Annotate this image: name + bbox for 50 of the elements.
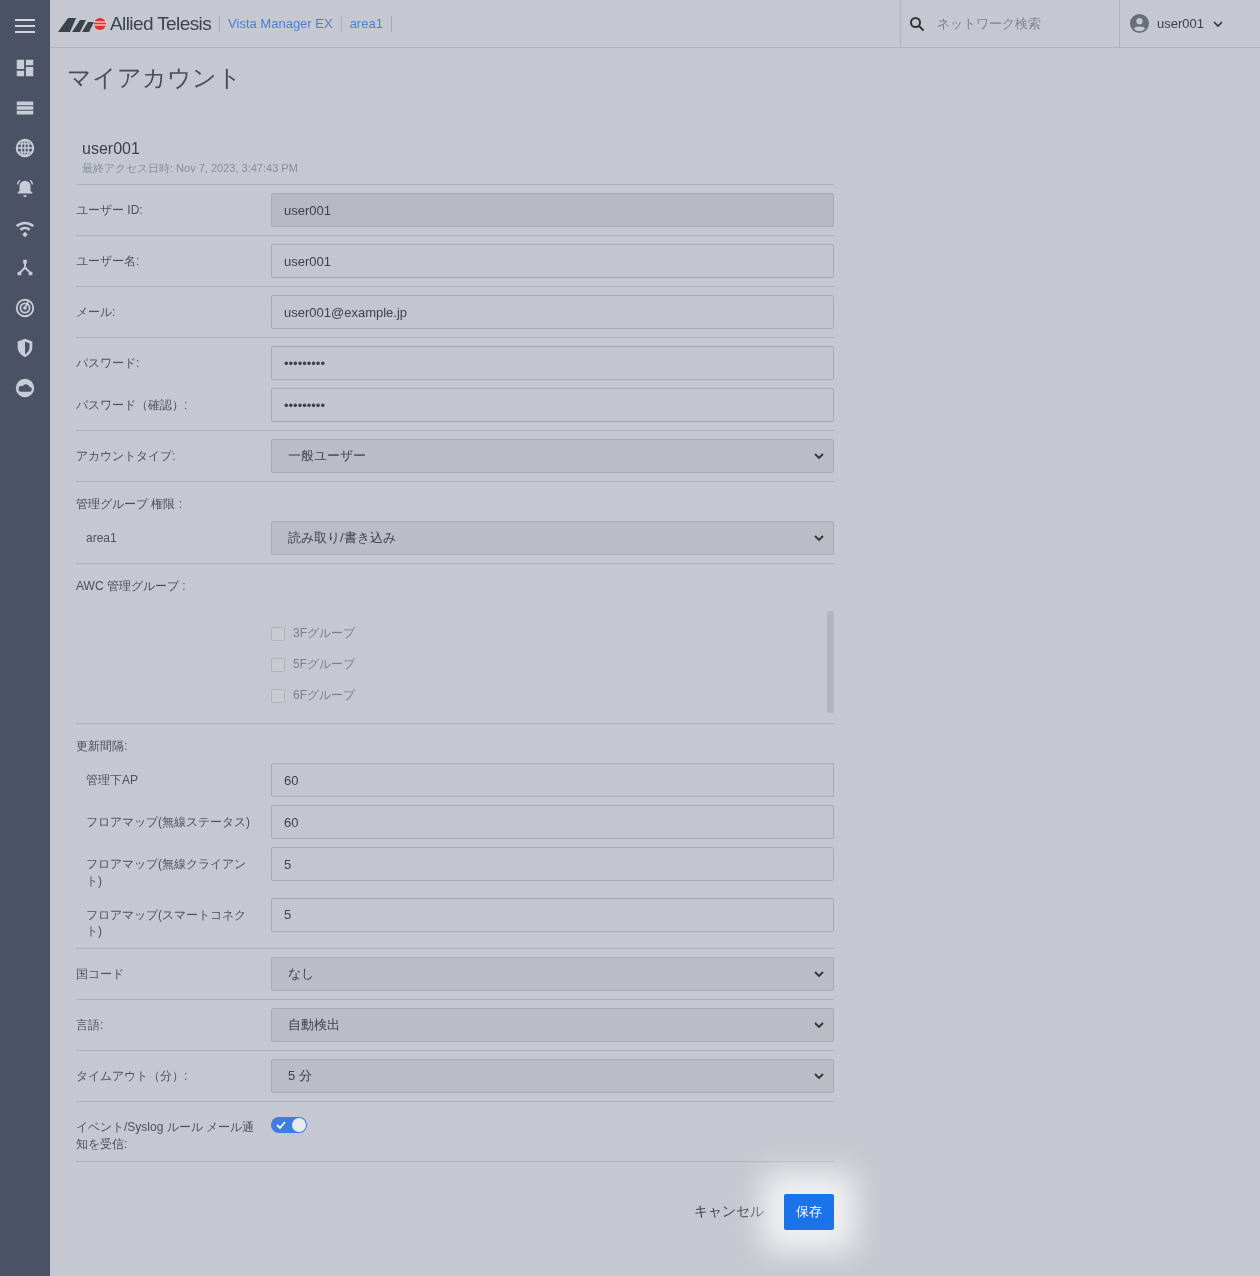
field-label: 言語: [76,1017,105,1034]
section-heading: AWC 管理グループ : [76,578,187,595]
logo-icon [58,15,108,32]
field-label: area1 [85,530,118,547]
select-field[interactable]: 自動検出 [271,1008,834,1043]
input-field[interactable]: user001@example.jp [271,295,834,329]
field-label: ユーザー ID: [76,202,144,219]
select-field[interactable]: 5 分 [271,1059,834,1094]
section-heading: 更新間隔: [76,738,129,755]
select-field[interactable]: 一般ユーザー [271,439,834,473]
avatar-icon [1130,14,1149,33]
field-label: パスワード: [76,355,141,372]
field-label: イベント/Syslog ルール メール通知を受信: [76,1119,256,1153]
globe-icon[interactable] [14,137,36,159]
field-label: パスワード（確認）: [76,397,189,414]
input-field[interactable]: 5 [271,847,834,881]
field-label: 管理下AP [85,772,139,789]
input-field[interactable]: 60 [271,805,834,839]
section-heading: 管理グループ 権限 : [76,496,183,513]
user-menu[interactable]: user001 [1120,14,1260,33]
select-field[interactable]: 読み取り/書き込み [271,521,834,555]
cloud-icon[interactable] [14,377,36,399]
radar-icon[interactable] [14,297,36,319]
select-field[interactable]: なし [271,957,834,992]
user-name: user001 [82,140,141,158]
chevron-icon [813,532,825,544]
save-button[interactable]: 保存 [784,1193,834,1230]
field-label: フロアマップ(無線クライアント) [85,856,247,890]
input-field[interactable]: 60 [271,763,834,797]
brand-name: Allied Telesis [110,12,212,35]
field-label: メール: [76,304,117,321]
field-label: フロアマップ(無線ステータス) [85,814,251,831]
search-icon [909,15,925,32]
field-label: フロアマップ(スマートコネクト) [85,906,247,941]
check-icon [276,1120,286,1131]
input-field[interactable]: ••••••••• [271,346,834,380]
field-label: 国コード [76,966,125,983]
page-title: マイアカウント [67,63,243,93]
input-field[interactable]: user001 [271,244,834,278]
field-label: ユーザー名: [76,253,141,270]
input-field[interactable]: ••••••••• [271,388,834,422]
toggle-switch[interactable] [271,1117,307,1134]
cancel-button[interactable]: キャンセル [688,1196,770,1227]
menu-icon[interactable] [14,16,36,36]
field-label: アカウントタイプ: [76,448,177,465]
input-field[interactable]: 5 [271,897,834,932]
bell-icon[interactable] [14,177,36,199]
field-label: タイムアウト（分）: [76,1068,189,1085]
chevron-icon [813,450,825,462]
dashboard-icon[interactable] [14,57,36,79]
